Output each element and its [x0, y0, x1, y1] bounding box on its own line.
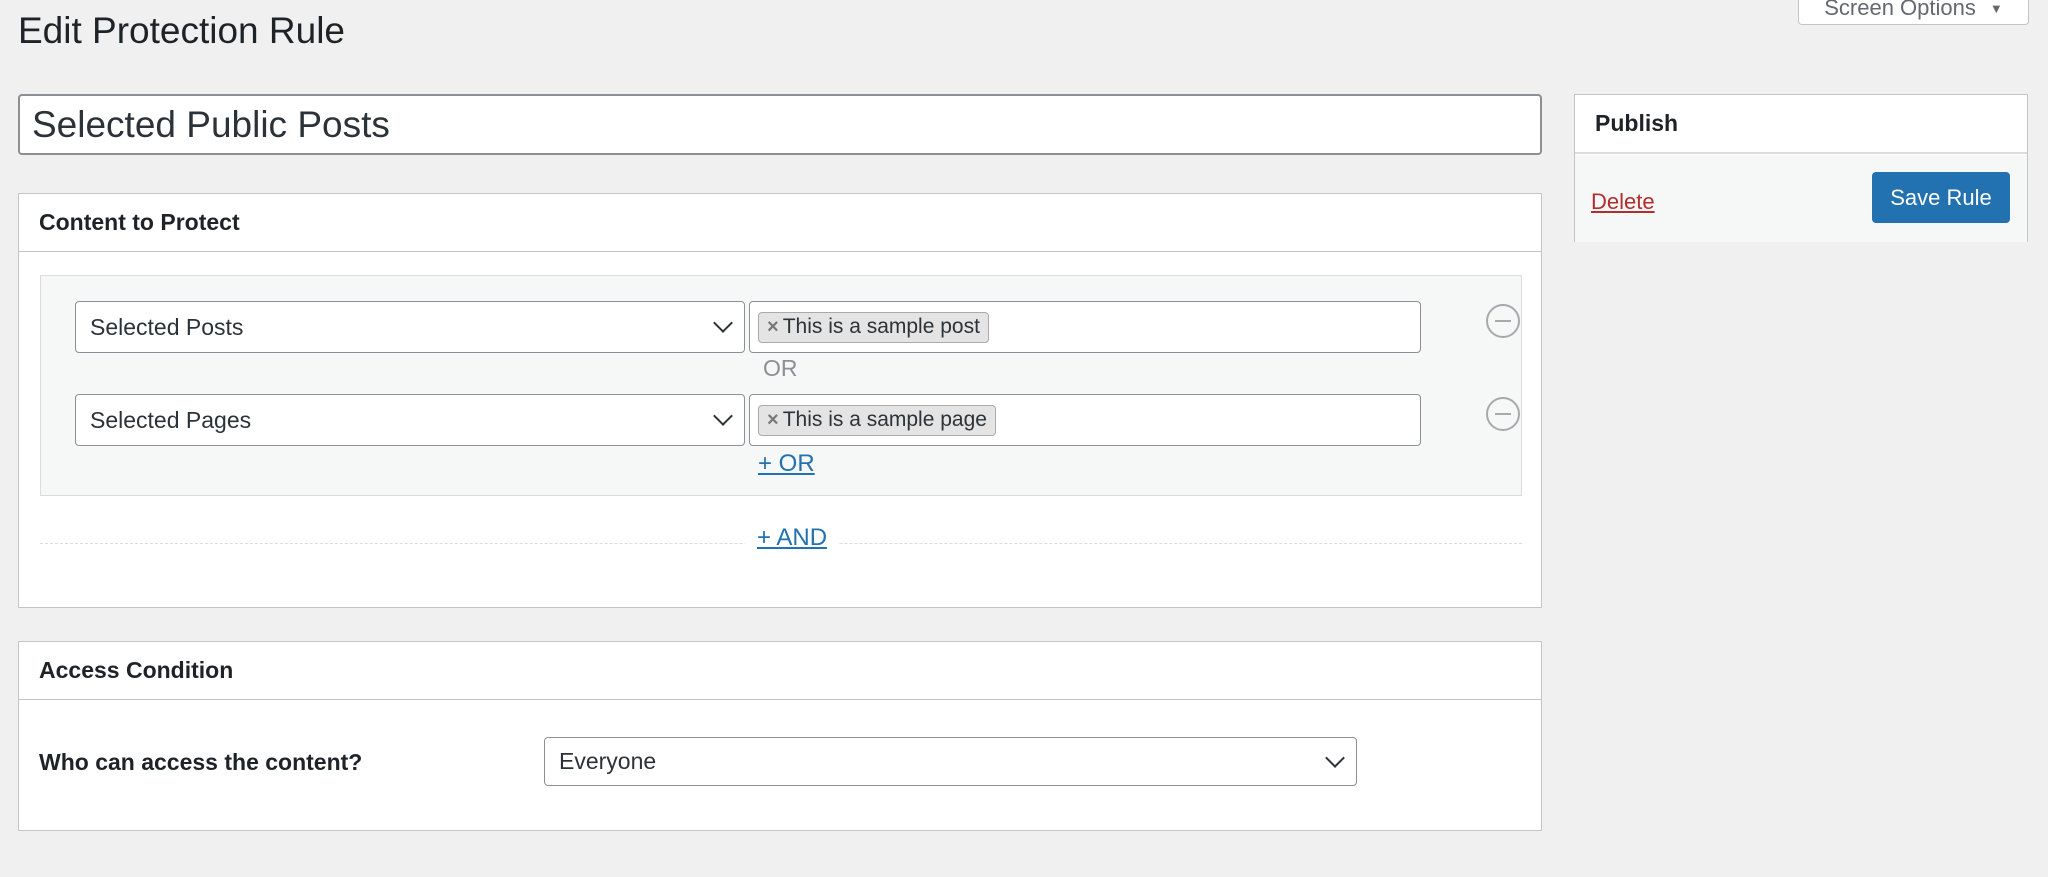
access-select[interactable]: Everyone — [544, 737, 1357, 786]
rule-2-type-select[interactable]: Selected Pages — [75, 394, 745, 446]
remove-tag-icon[interactable]: × — [767, 316, 779, 339]
screen-options-button[interactable]: Screen Options ▼ — [1798, 0, 2029, 25]
publish-heading: Publish — [1575, 95, 2027, 154]
triangle-down-icon: ▼ — [1989, 0, 2003, 16]
rule-1-type-value: Selected Posts — [90, 313, 244, 340]
add-or-button[interactable]: + OR — [758, 450, 815, 478]
chevron-down-icon — [1325, 747, 1345, 768]
rule-1-selected-tag: × This is a sample post — [758, 311, 989, 343]
access-question-label: Who can access the content? — [39, 749, 363, 775]
rule-2-type-value: Selected Pages — [90, 406, 252, 433]
rules-group: Selected Posts × This is a sample post O… — [40, 275, 1522, 496]
rule-1-tag-label: This is a sample post — [782, 315, 980, 338]
remove-tag-icon[interactable]: × — [767, 409, 779, 432]
rule-2-items-field[interactable]: × This is a sample page — [749, 394, 1421, 446]
rule-2-selected-tag: × This is a sample page — [758, 404, 996, 436]
page-title: Edit Protection Rule — [18, 10, 346, 51]
access-condition-heading: Access Condition — [19, 642, 1541, 700]
page: Screen Options ▼ Edit Protection Rule Co… — [0, 0, 2048, 877]
rule-1-type-select[interactable]: Selected Posts — [75, 301, 745, 353]
save-rule-button[interactable]: Save Rule — [1872, 172, 2010, 223]
chevron-down-icon — [713, 406, 733, 426]
add-and-button[interactable]: + AND — [745, 524, 840, 552]
remove-rule-2-icon[interactable] — [1486, 397, 1520, 431]
content-to-protect-heading: Content to Protect — [19, 194, 1541, 252]
delete-link[interactable]: Delete — [1591, 189, 1655, 215]
chevron-down-icon — [713, 313, 733, 333]
screen-options-label: Screen Options — [1824, 0, 1976, 20]
content-to-protect-box: Content to Protect Selected Posts × This… — [18, 193, 1542, 608]
rule-title-input[interactable] — [18, 94, 1542, 155]
access-select-value: Everyone — [559, 748, 657, 774]
access-condition-box: Access Condition Who can access the cont… — [18, 641, 1542, 831]
rule-2-tag-label: This is a sample page — [782, 408, 987, 431]
remove-rule-1-icon[interactable] — [1486, 304, 1520, 338]
or-separator: OR — [763, 355, 798, 381]
rule-1-items-field[interactable]: × This is a sample post — [749, 301, 1421, 353]
